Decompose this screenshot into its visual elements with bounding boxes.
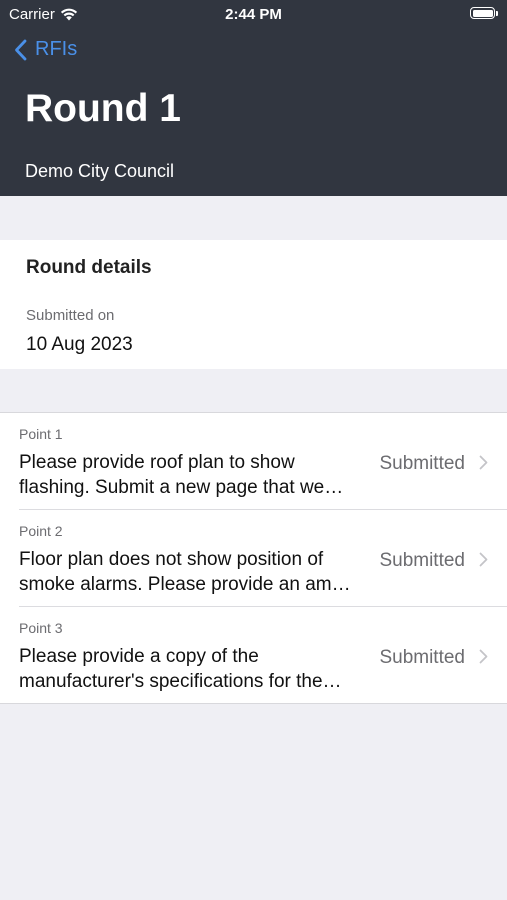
point-status: Submitted [379, 647, 465, 668]
chevron-right-icon [479, 649, 488, 664]
page-subtitle: Demo City Council [25, 161, 175, 181]
navigation-header: Carrier 2:44 PM RFIs Round 1 Demo City C… [0, 0, 507, 196]
point-label: Point 1 [19, 426, 63, 442]
point-description: Floor plan does not show position of smo… [19, 547, 364, 597]
point-description-line: Floor plan does not show position of [19, 549, 324, 570]
point-label: Point 2 [19, 523, 63, 539]
back-button-label: RFIs [35, 38, 78, 60]
back-button[interactable]: RFIs [14, 38, 77, 61]
point-description: Please provide roof plan to show flashin… [19, 450, 364, 500]
point-description: Please provide a copy of the manufacture… [19, 644, 364, 694]
page-title: Round 1 [25, 87, 181, 130]
chevron-right-icon [479, 552, 488, 567]
chevron-left-icon [15, 39, 27, 60]
point-status: Submitted [379, 550, 465, 571]
point-description-line: Please provide a copy of the [19, 646, 259, 667]
round-details-heading: Round details [26, 257, 152, 278]
clock: 2:44 PM [225, 6, 282, 23]
points-list: Point 1 Please provide roof plan to show… [0, 412, 507, 704]
status-bar: Carrier 2:44 PM [0, 0, 507, 28]
battery-icon [470, 7, 498, 19]
submitted-on-label: Submitted on [26, 307, 115, 324]
point-row-3[interactable]: Point 3 Please provide a copy of the man… [0, 607, 507, 704]
point-description-line: manufacturer's specifications for the… [19, 671, 342, 692]
point-description-line: Please provide roof plan to show [19, 452, 295, 473]
point-row-1[interactable]: Point 1 Please provide roof plan to show… [0, 413, 507, 510]
chevron-right-icon [479, 455, 488, 470]
point-label: Point 3 [19, 620, 63, 636]
point-description-line: smoke alarms. Please provide an am… [19, 574, 351, 595]
point-description-line: flashing. Submit a new page that we… [19, 477, 344, 498]
submitted-on-value: 10 Aug 2023 [26, 334, 133, 355]
point-row-2[interactable]: Point 2 Floor plan does not show positio… [0, 510, 507, 607]
point-status: Submitted [379, 453, 465, 474]
